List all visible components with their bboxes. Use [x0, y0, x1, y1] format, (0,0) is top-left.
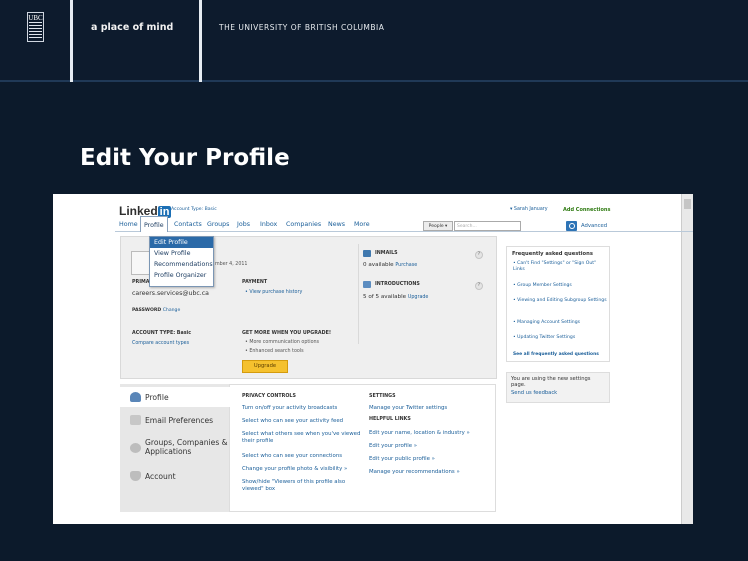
profile-dropdown-menu: Edit Profile View Profile Recommendation… [149, 236, 214, 287]
inmails-label: INMAILS [375, 251, 398, 256]
nav-groups[interactable]: Groups [207, 221, 229, 228]
faq-see-all-link[interactable]: See all frequently asked questions [513, 352, 599, 357]
introductions-available: 5 of 5 available Upgrade [363, 294, 428, 300]
ubc-logo-text: UBC [28, 14, 43, 22]
tab-profile[interactable]: Profile [120, 387, 230, 407]
search-group: People ▾ Search... [423, 221, 553, 231]
upgrade-link[interactable]: Upgrade [408, 295, 429, 300]
tab-label: Account [145, 472, 176, 481]
slide-title: Edit Your Profile [80, 145, 290, 171]
new-settings-note: You are using the new settings page. [511, 376, 591, 388]
primary-email: careers.services@ubc.ca [132, 290, 209, 297]
primary-email-label: PRIMA [132, 280, 150, 285]
introductions-icon [363, 281, 371, 288]
nav-home[interactable]: Home [119, 221, 138, 228]
password-label: PASSWORD [132, 308, 162, 313]
menu-item-profile-organizer[interactable]: Profile Organizer [150, 270, 213, 281]
introductions-count: 5 of 5 available [363, 294, 407, 300]
gear-icon [130, 443, 141, 453]
upgrade-benefit: • Enhanced search tools [245, 349, 304, 354]
tab-label: Email Preferences [145, 416, 214, 425]
faq-item[interactable]: • Updating Twitter Settings [513, 335, 608, 341]
introductions-label: INTRODUCTIONS [375, 282, 420, 287]
inmails-available: 0 available Purchase [363, 262, 417, 268]
nav-companies[interactable]: Companies [286, 221, 321, 228]
faq-title: Frequently asked questions [512, 251, 593, 257]
payment-label: PAYMENT [242, 280, 268, 285]
privacy-link[interactable]: Turn on/off your activity broadcasts [242, 405, 364, 412]
faq-item[interactable]: • Group Member Settings [513, 283, 608, 289]
shield-icon [130, 471, 141, 481]
scrollbar-thumb[interactable] [684, 199, 691, 209]
menu-item-view-profile[interactable]: View Profile [150, 248, 213, 259]
advanced-search-link[interactable]: Advanced [581, 223, 607, 229]
upgrade-benefit: • More communication options [245, 340, 320, 345]
password-row: PASSWORD Change [132, 308, 180, 313]
inmail-icon [363, 250, 371, 257]
account-type-label: ACCOUNT TYPE: Basic [132, 331, 192, 336]
upgrade-button[interactable]: Upgrade [242, 360, 288, 373]
envelope-icon [130, 415, 141, 425]
inmails-count: 0 available [363, 262, 394, 268]
privacy-link[interactable]: Select who can see your activity feed [242, 418, 364, 425]
helpful-link[interactable]: Edit your name, location & industry » [369, 430, 470, 436]
search-scope-dropdown[interactable]: People ▾ [423, 221, 453, 231]
password-change-link[interactable]: Change [163, 308, 181, 313]
ubc-logo[interactable]: UBC [27, 12, 44, 42]
helpful-links-heading: HELPFUL LINKS [369, 417, 411, 422]
nav-profile[interactable]: Profile [140, 216, 168, 232]
settings-heading: SETTINGS [369, 394, 396, 399]
privacy-link[interactable]: Show/hide "Viewers of this profile also … [242, 479, 364, 492]
tab-groups-companies-applications[interactable]: Groups, Companies & Applications [120, 434, 230, 462]
helpful-link[interactable]: Manage your recommendations » [369, 469, 460, 475]
helpful-link[interactable]: Edit your profile » [369, 443, 417, 449]
scrollbar[interactable] [681, 194, 693, 524]
tab-label: Groups, Companies & Applications [145, 438, 228, 456]
account-type-link[interactable]: Account Type: Basic [171, 207, 217, 212]
member-since: mber 4, 2011 [215, 262, 248, 267]
nav-jobs[interactable]: Jobs [237, 221, 250, 228]
privacy-link[interactable]: Select who can see your connections [242, 453, 364, 460]
tagline: a place of mind [91, 22, 174, 33]
university-name: THE UNIVERSITY OF BRITISH COLUMBIA [219, 23, 385, 32]
twitter-settings-link[interactable]: Manage your Twitter settings [369, 405, 447, 411]
shield-stripes [29, 22, 42, 39]
upgrade-heading: GET MORE WHEN YOU UPGRADE! [242, 331, 332, 336]
nav-contacts[interactable]: Contacts [174, 221, 202, 228]
privacy-controls-heading: PRIVACY CONTROLS [242, 394, 296, 399]
nav-news[interactable]: News [328, 221, 345, 228]
help-icon[interactable]: ? [475, 251, 483, 259]
feedback-link[interactable]: Send us feedback [511, 390, 557, 396]
tab-email-preferences[interactable]: Email Preferences [120, 410, 230, 430]
help-icon[interactable]: ? [475, 282, 483, 290]
nav-inbox[interactable]: Inbox [260, 221, 277, 228]
user-menu[interactable]: ▾ Sarah January [510, 207, 548, 212]
faq-item[interactable]: • Viewing and Editing Subgroup Settings [513, 298, 608, 304]
tab-label: Profile [145, 393, 169, 402]
person-icon [130, 392, 141, 402]
menu-item-recommendations[interactable]: Recommendations [150, 259, 213, 270]
purchase-link[interactable]: Purchase [395, 263, 417, 268]
nav-more[interactable]: More [354, 221, 370, 228]
slide: UBC a place of mind THE UNIVERSITY OF BR… [0, 0, 748, 561]
header-divider [199, 0, 202, 82]
search-input[interactable]: Search... [454, 221, 521, 231]
panel-divider [358, 244, 359, 344]
search-icon[interactable] [566, 221, 577, 231]
compare-account-types-link[interactable]: Compare account types [132, 341, 189, 346]
privacy-link[interactable]: Change your profile photo & visibility » [242, 466, 364, 473]
ubc-header-bar: UBC a place of mind THE UNIVERSITY OF BR… [0, 0, 748, 82]
linkedin-page: Linked in Account Type: Basic ▾ Sarah Jan… [53, 194, 693, 524]
helpful-link[interactable]: Edit your public profile » [369, 456, 435, 462]
purchase-history-link[interactable]: • View purchase history [245, 290, 302, 295]
faq-item[interactable]: • Can't Find "Settings" or "Sign Out" Li… [513, 261, 608, 273]
menu-item-edit-profile[interactable]: Edit Profile [150, 237, 213, 248]
tab-account[interactable]: Account [120, 466, 230, 486]
add-connections-link[interactable]: Add Connections [563, 207, 610, 213]
header-divider [70, 0, 73, 82]
privacy-link[interactable]: Select what others see when you've viewe… [242, 431, 364, 444]
faq-item[interactable]: • Managing Account Settings [513, 320, 608, 326]
